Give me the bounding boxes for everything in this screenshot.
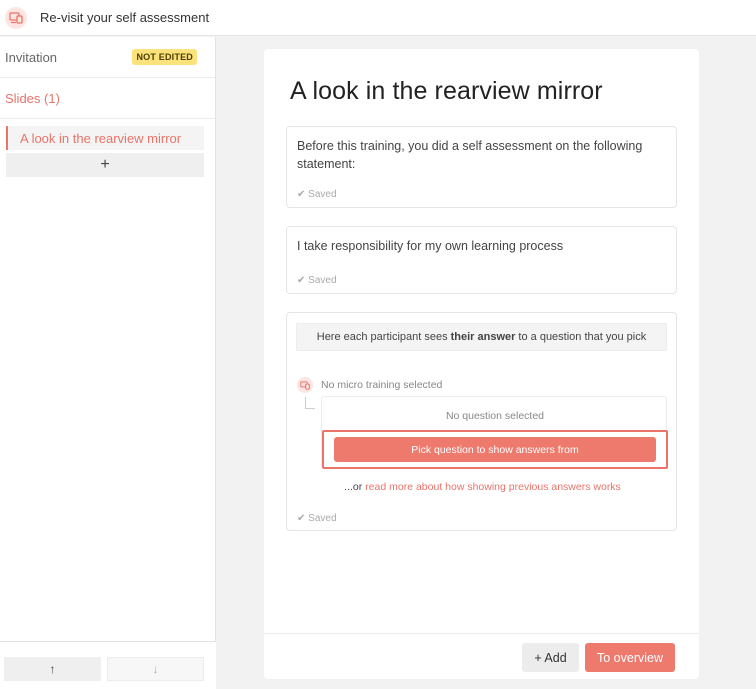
to-overview-button[interactable]: To overview	[585, 643, 675, 672]
text-block-content[interactable]: Before this training, you did a self ass…	[287, 127, 676, 173]
slide-item-label: A look in the rearview mirror	[20, 130, 182, 146]
panel-footer: + Add To overview	[264, 633, 699, 679]
devices-icon	[297, 377, 313, 393]
move-up-button[interactable]: ↑	[4, 657, 101, 681]
read-more-row: ...or read more about how showing previo…	[287, 481, 678, 493]
tree-connector	[305, 397, 315, 409]
question-selector: No question selected Pick question to sh…	[321, 396, 668, 469]
sidebar-item-label: Slides (1)	[5, 90, 60, 106]
saved-status: ✔ Saved	[297, 513, 337, 524]
read-more-link[interactable]: read more about how showing previous ans…	[365, 481, 621, 493]
slide-editor: A look in the rearview mirror Before thi…	[264, 49, 699, 679]
move-down-button[interactable]: ↓	[107, 657, 204, 681]
devices-icon	[5, 6, 27, 29]
sidebar: Invitation NOT EDITED Slides (1) A look …	[0, 37, 216, 689]
saved-status: ✔ Saved	[297, 189, 337, 200]
slide-title[interactable]: A look in the rearview mirror	[290, 77, 603, 106]
saved-status: ✔ Saved	[297, 275, 337, 286]
statement-block[interactable]: I take responsibility for my own learnin…	[286, 226, 677, 294]
page-title: Re-visit your self assessment	[40, 10, 210, 25]
status-badge: NOT EDITED	[132, 49, 197, 65]
previous-answers-block: Here each participant sees their answer …	[286, 312, 677, 531]
text-block-content[interactable]: I take responsibility for my own learnin…	[287, 227, 676, 255]
hint-bold: their answer	[450, 331, 516, 343]
hint-text: to a question that you pick	[518, 331, 647, 343]
sidebar-item-slides[interactable]: Slides (1)	[0, 78, 215, 119]
hint-text: Here each participant sees	[316, 331, 448, 343]
sidebar-slide-item[interactable]: A look in the rearview mirror	[6, 126, 204, 150]
add-slide-button[interactable]: +	[6, 153, 204, 177]
sidebar-item-invitation[interactable]: Invitation NOT EDITED	[0, 37, 215, 78]
no-question-label: No question selected	[445, 410, 545, 422]
top-bar: Re-visit your self assessment	[0, 0, 756, 36]
micro-training-selector[interactable]: No micro training selected	[297, 377, 442, 393]
answers-hint: Here each participant sees their answer …	[296, 323, 667, 351]
pick-button-highlight: Pick question to show answers from	[322, 430, 668, 469]
sidebar-item-label: Invitation	[5, 49, 58, 65]
micro-training-label: No micro training selected	[321, 379, 443, 391]
read-more-prefix: ...or	[344, 481, 363, 493]
add-block-button[interactable]: + Add	[522, 643, 579, 672]
pick-question-button[interactable]: Pick question to show answers from	[334, 437, 656, 462]
text-block[interactable]: Before this training, you did a self ass…	[286, 126, 677, 208]
sidebar-footer: ↑ ↓	[0, 641, 216, 689]
